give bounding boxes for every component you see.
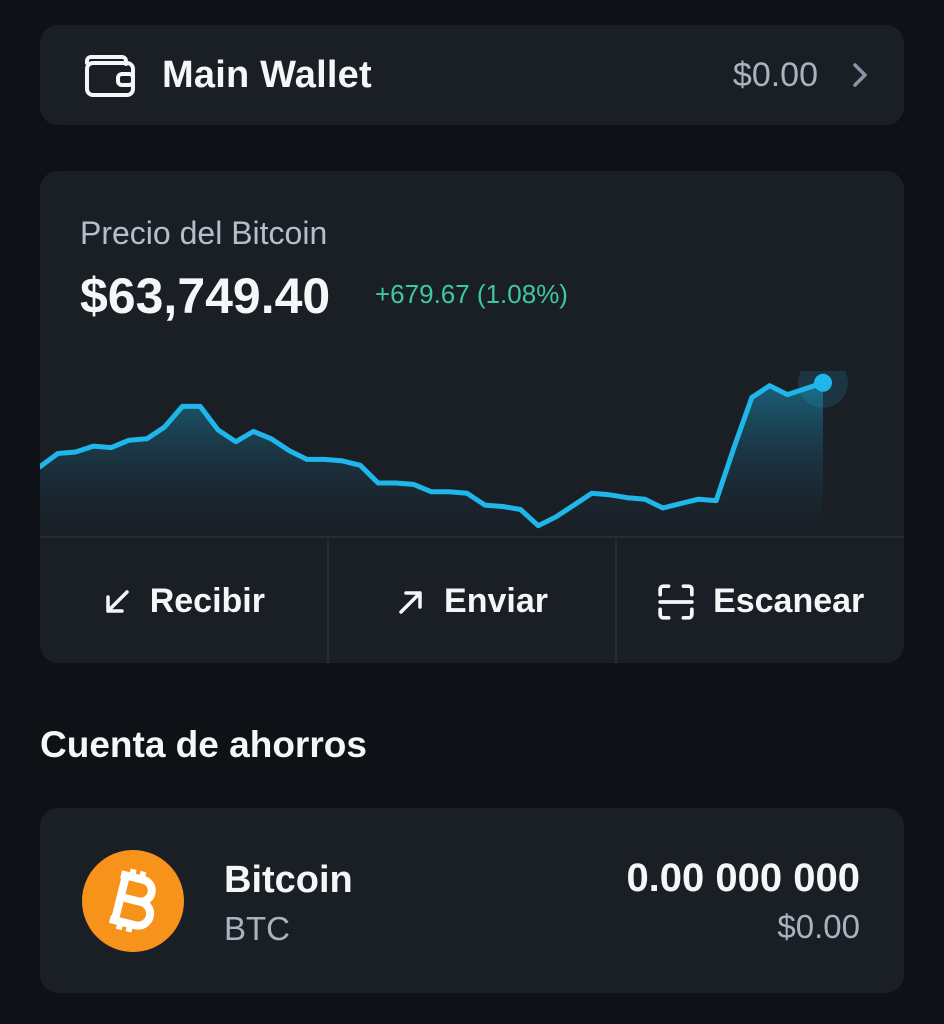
bitcoin-logo-icon <box>82 850 184 952</box>
receive-button[interactable]: Recibir <box>40 538 329 663</box>
wallet-balance: $0.00 <box>732 56 818 94</box>
action-bar: Recibir Enviar Escanear <box>40 536 904 663</box>
asset-fiat-value: $0.00 <box>777 908 860 945</box>
chevron-right-icon <box>853 63 867 87</box>
price-value: $63,749.40 <box>80 268 331 324</box>
price-label: Precio del Bitcoin <box>80 215 328 251</box>
asset-amount: 0.00 000 000 <box>626 856 860 900</box>
wallet-card[interactable]: Main Wallet $0.00 <box>40 25 904 125</box>
asset-symbol: BTC <box>224 910 290 947</box>
bitcoin-asset-row[interactable]: Bitcoin BTC 0.00 000 000 $0.00 <box>40 808 904 993</box>
wallet-icon <box>85 55 135 97</box>
scan-button[interactable]: Escanear <box>617 538 904 663</box>
price-change: +679.67 (1.08%) <box>375 279 568 309</box>
arrow-up-right-icon <box>399 590 422 614</box>
savings-section-title: Cuenta de ahorros <box>40 724 367 765</box>
asset-name: Bitcoin <box>224 859 353 901</box>
arrow-down-left-icon <box>105 589 129 613</box>
scan-icon <box>658 583 694 620</box>
chart-current-point <box>814 373 832 392</box>
send-button[interactable]: Enviar <box>329 538 618 663</box>
send-label: Enviar <box>444 582 548 620</box>
wallet-name: Main Wallet <box>162 54 372 96</box>
price-card: Precio del Bitcoin $63,749.40 +679.67 (1… <box>40 171 904 663</box>
receive-label: Recibir <box>149 582 265 620</box>
price-chart <box>40 371 848 536</box>
chart-area <box>40 382 823 536</box>
scan-label: Escanear <box>713 582 865 620</box>
